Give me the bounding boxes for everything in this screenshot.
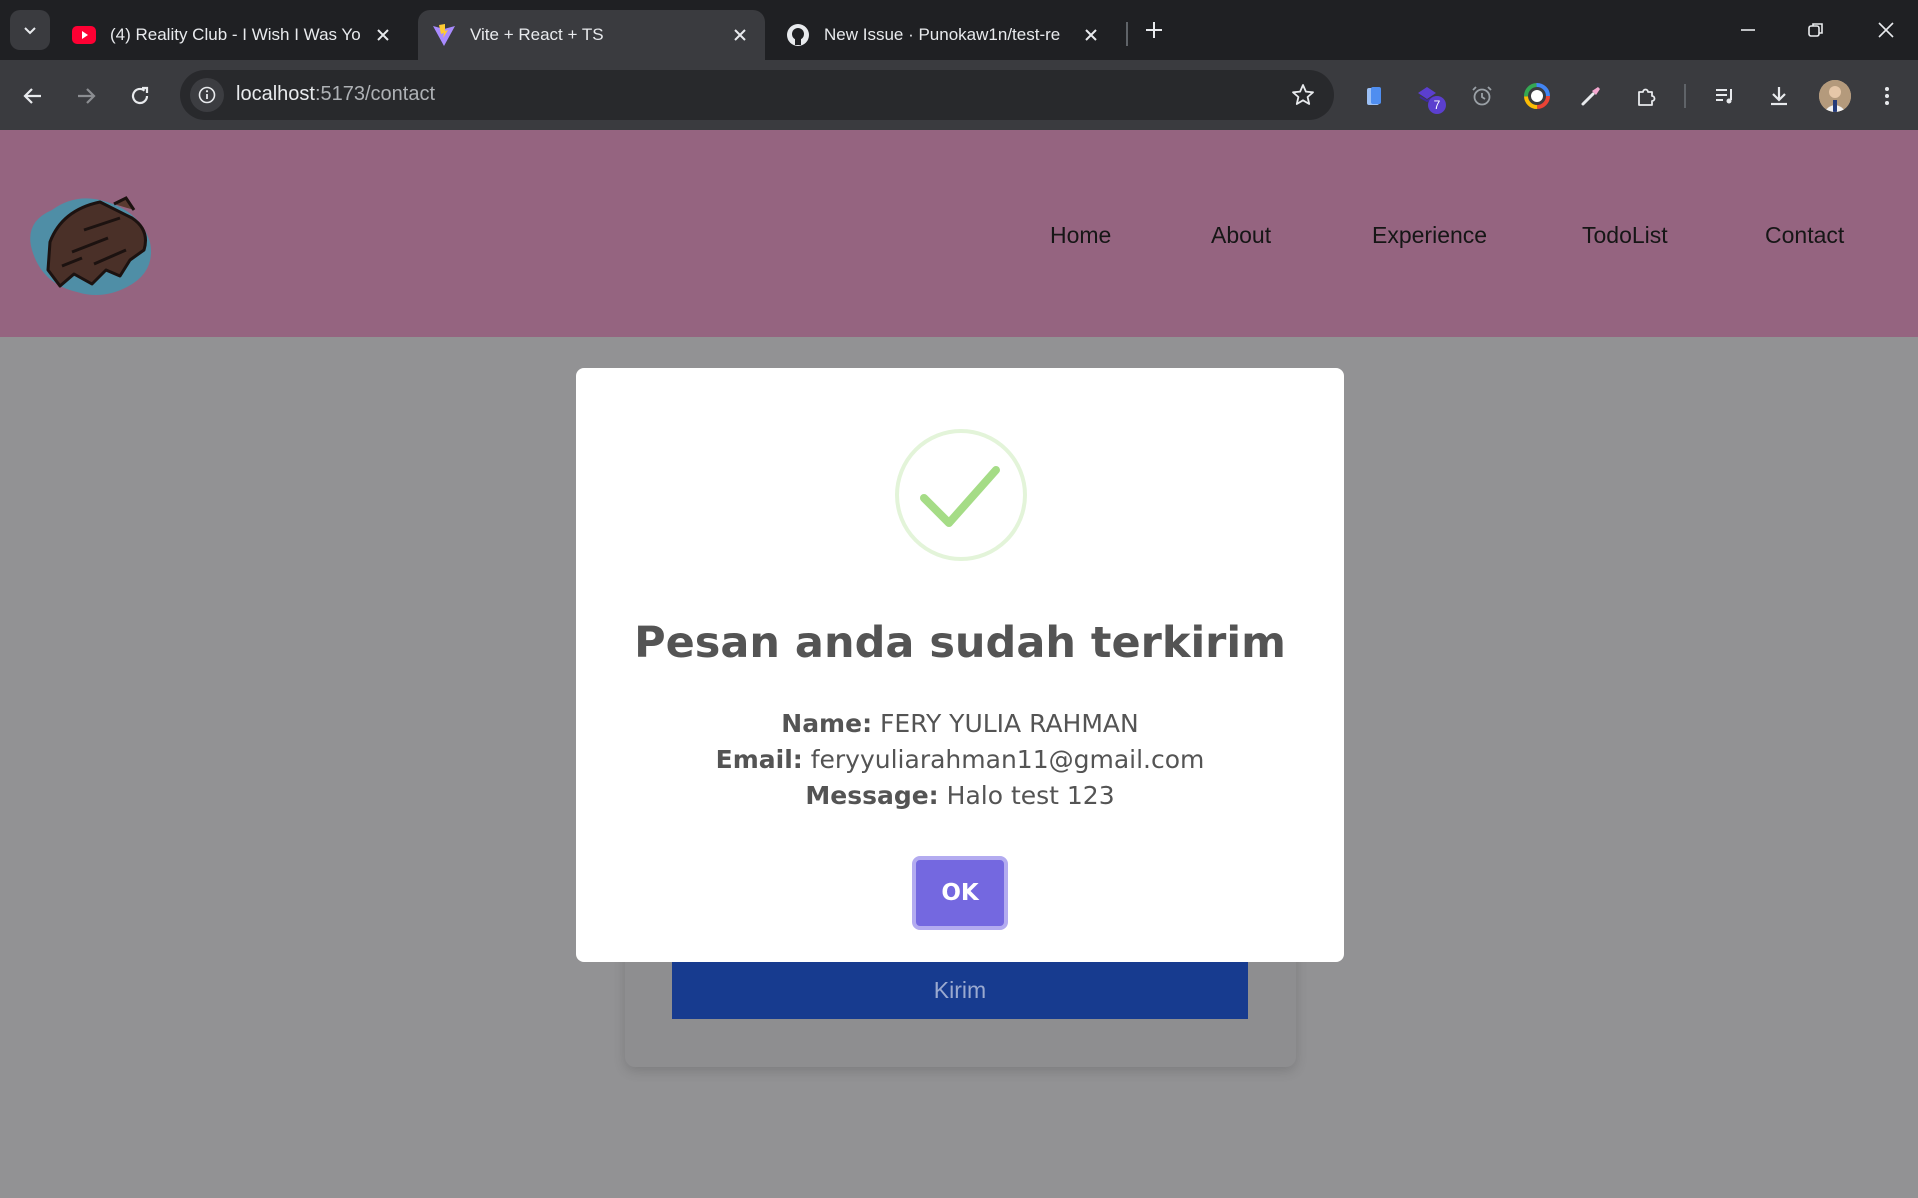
extension-alarm-button[interactable]	[1466, 80, 1498, 112]
plus-icon	[1146, 22, 1162, 38]
star-icon	[1292, 84, 1314, 105]
github-icon	[786, 23, 810, 47]
message-line: Message: Halo test 123	[576, 778, 1344, 814]
download-icon	[1771, 87, 1787, 106]
nav-link-todolist[interactable]: TodoList	[1582, 222, 1668, 249]
avatar-icon	[1819, 80, 1851, 112]
url-path: :5173/contact	[314, 83, 436, 105]
toolbar-separator	[1684, 84, 1686, 108]
name-value: FERY YULIA RAHMAN	[880, 709, 1139, 738]
close-icon	[1878, 22, 1894, 38]
nav-link-about[interactable]: About	[1211, 222, 1271, 249]
media-control-button[interactable]	[1709, 80, 1741, 112]
tab-github[interactable]: New Issue · Punokaw1n/test-re	[772, 10, 1116, 60]
email-value: feryyuliarahman11@gmail.com	[810, 745, 1205, 774]
tab-title: New Issue · Punokaw1n/test-re	[824, 25, 1061, 44]
profile-avatar[interactable]	[1819, 80, 1851, 112]
info-icon	[198, 86, 216, 104]
downloads-button[interactable]	[1763, 80, 1795, 112]
site-logo[interactable]	[22, 172, 158, 298]
forward-button[interactable]	[68, 78, 104, 114]
site-header: Home About Experience TodoList Contact	[0, 130, 1918, 337]
animal-logo-icon	[30, 196, 152, 296]
email-label: Email:	[715, 745, 803, 774]
name-line: Name: FERY YULIA RAHMAN	[576, 706, 1344, 742]
color-wheel-icon	[1524, 83, 1550, 109]
name-label: Name:	[781, 709, 873, 738]
restore-button[interactable]	[1796, 10, 1836, 50]
ok-button-label: OK	[941, 880, 979, 906]
close-icon[interactable]	[372, 24, 394, 46]
close-window-button[interactable]	[1866, 10, 1906, 50]
url-host: localhost	[236, 83, 315, 105]
nav-link-experience[interactable]: Experience	[1372, 222, 1487, 249]
restore-icon	[1808, 23, 1823, 37]
back-button[interactable]	[15, 78, 51, 114]
extension-badge: 7	[1428, 96, 1446, 114]
ok-button[interactable]: OK	[912, 856, 1008, 930]
url-text[interactable]: localhost:5173/contact	[236, 83, 435, 106]
chevron-down-icon	[24, 27, 36, 35]
nav-link-home[interactable]: Home	[1050, 222, 1111, 249]
extensions-menu-button[interactable]	[1630, 80, 1662, 112]
alarm-clock-icon	[1472, 86, 1492, 106]
arrow-right-icon	[78, 88, 96, 104]
reload-button[interactable]	[122, 78, 158, 114]
send-button[interactable]: Kirim	[672, 962, 1248, 1019]
address-bar[interactable]: localhost:5173/contact	[180, 70, 1334, 120]
tab-title: Vite + React + TS	[470, 25, 604, 44]
extension-eyedropper-button[interactable]	[1575, 80, 1607, 112]
message-value: Halo test 123	[946, 781, 1115, 810]
minimize-button[interactable]	[1728, 10, 1768, 50]
new-tab-button[interactable]	[1138, 14, 1170, 46]
email-line: Email: feryyuliarahman11@gmail.com	[576, 742, 1344, 778]
browser-menu-button[interactable]	[1871, 80, 1903, 112]
close-icon[interactable]	[729, 24, 751, 46]
files-icon	[1367, 87, 1381, 105]
nav-link-contact[interactable]: Contact	[1765, 222, 1844, 249]
youtube-icon	[72, 23, 96, 47]
tab-youtube[interactable]: (4) Reality Club - I Wish I Was Yo	[58, 10, 408, 60]
dialog-title: Pesan anda sudah terkirim	[634, 618, 1286, 668]
extension-color-button[interactable]	[1521, 80, 1553, 112]
close-icon[interactable]	[1080, 24, 1102, 46]
tab-separator	[1126, 22, 1128, 46]
eyedropper-icon	[1581, 87, 1600, 106]
minimize-icon	[1741, 29, 1755, 31]
playlist-icon	[1716, 89, 1732, 104]
site-info-button[interactable]	[190, 78, 224, 112]
extension-files-button[interactable]	[1358, 80, 1390, 112]
tab-title: (4) Reality Club - I Wish I Was Yo	[110, 25, 361, 44]
dialog-content: Name: FERY YULIA RAHMAN Email: feryyulia…	[576, 706, 1344, 814]
message-label: Message:	[805, 781, 939, 810]
bookmark-button[interactable]	[1290, 82, 1316, 108]
success-check-icon	[895, 429, 1027, 561]
arrow-left-icon	[23, 88, 41, 104]
reload-icon	[131, 86, 149, 105]
tab-vite[interactable]: Vite + React + TS	[418, 10, 765, 60]
puzzle-icon	[1638, 88, 1656, 106]
success-dialog: Pesan anda sudah terkirim Name: FERY YUL…	[576, 368, 1344, 962]
tab-search-button[interactable]	[10, 10, 50, 50]
more-vertical-icon	[1885, 87, 1889, 105]
browser-tab-strip: (4) Reality Club - I Wish I Was Yo Vite …	[0, 0, 1918, 60]
vite-icon	[432, 23, 456, 47]
